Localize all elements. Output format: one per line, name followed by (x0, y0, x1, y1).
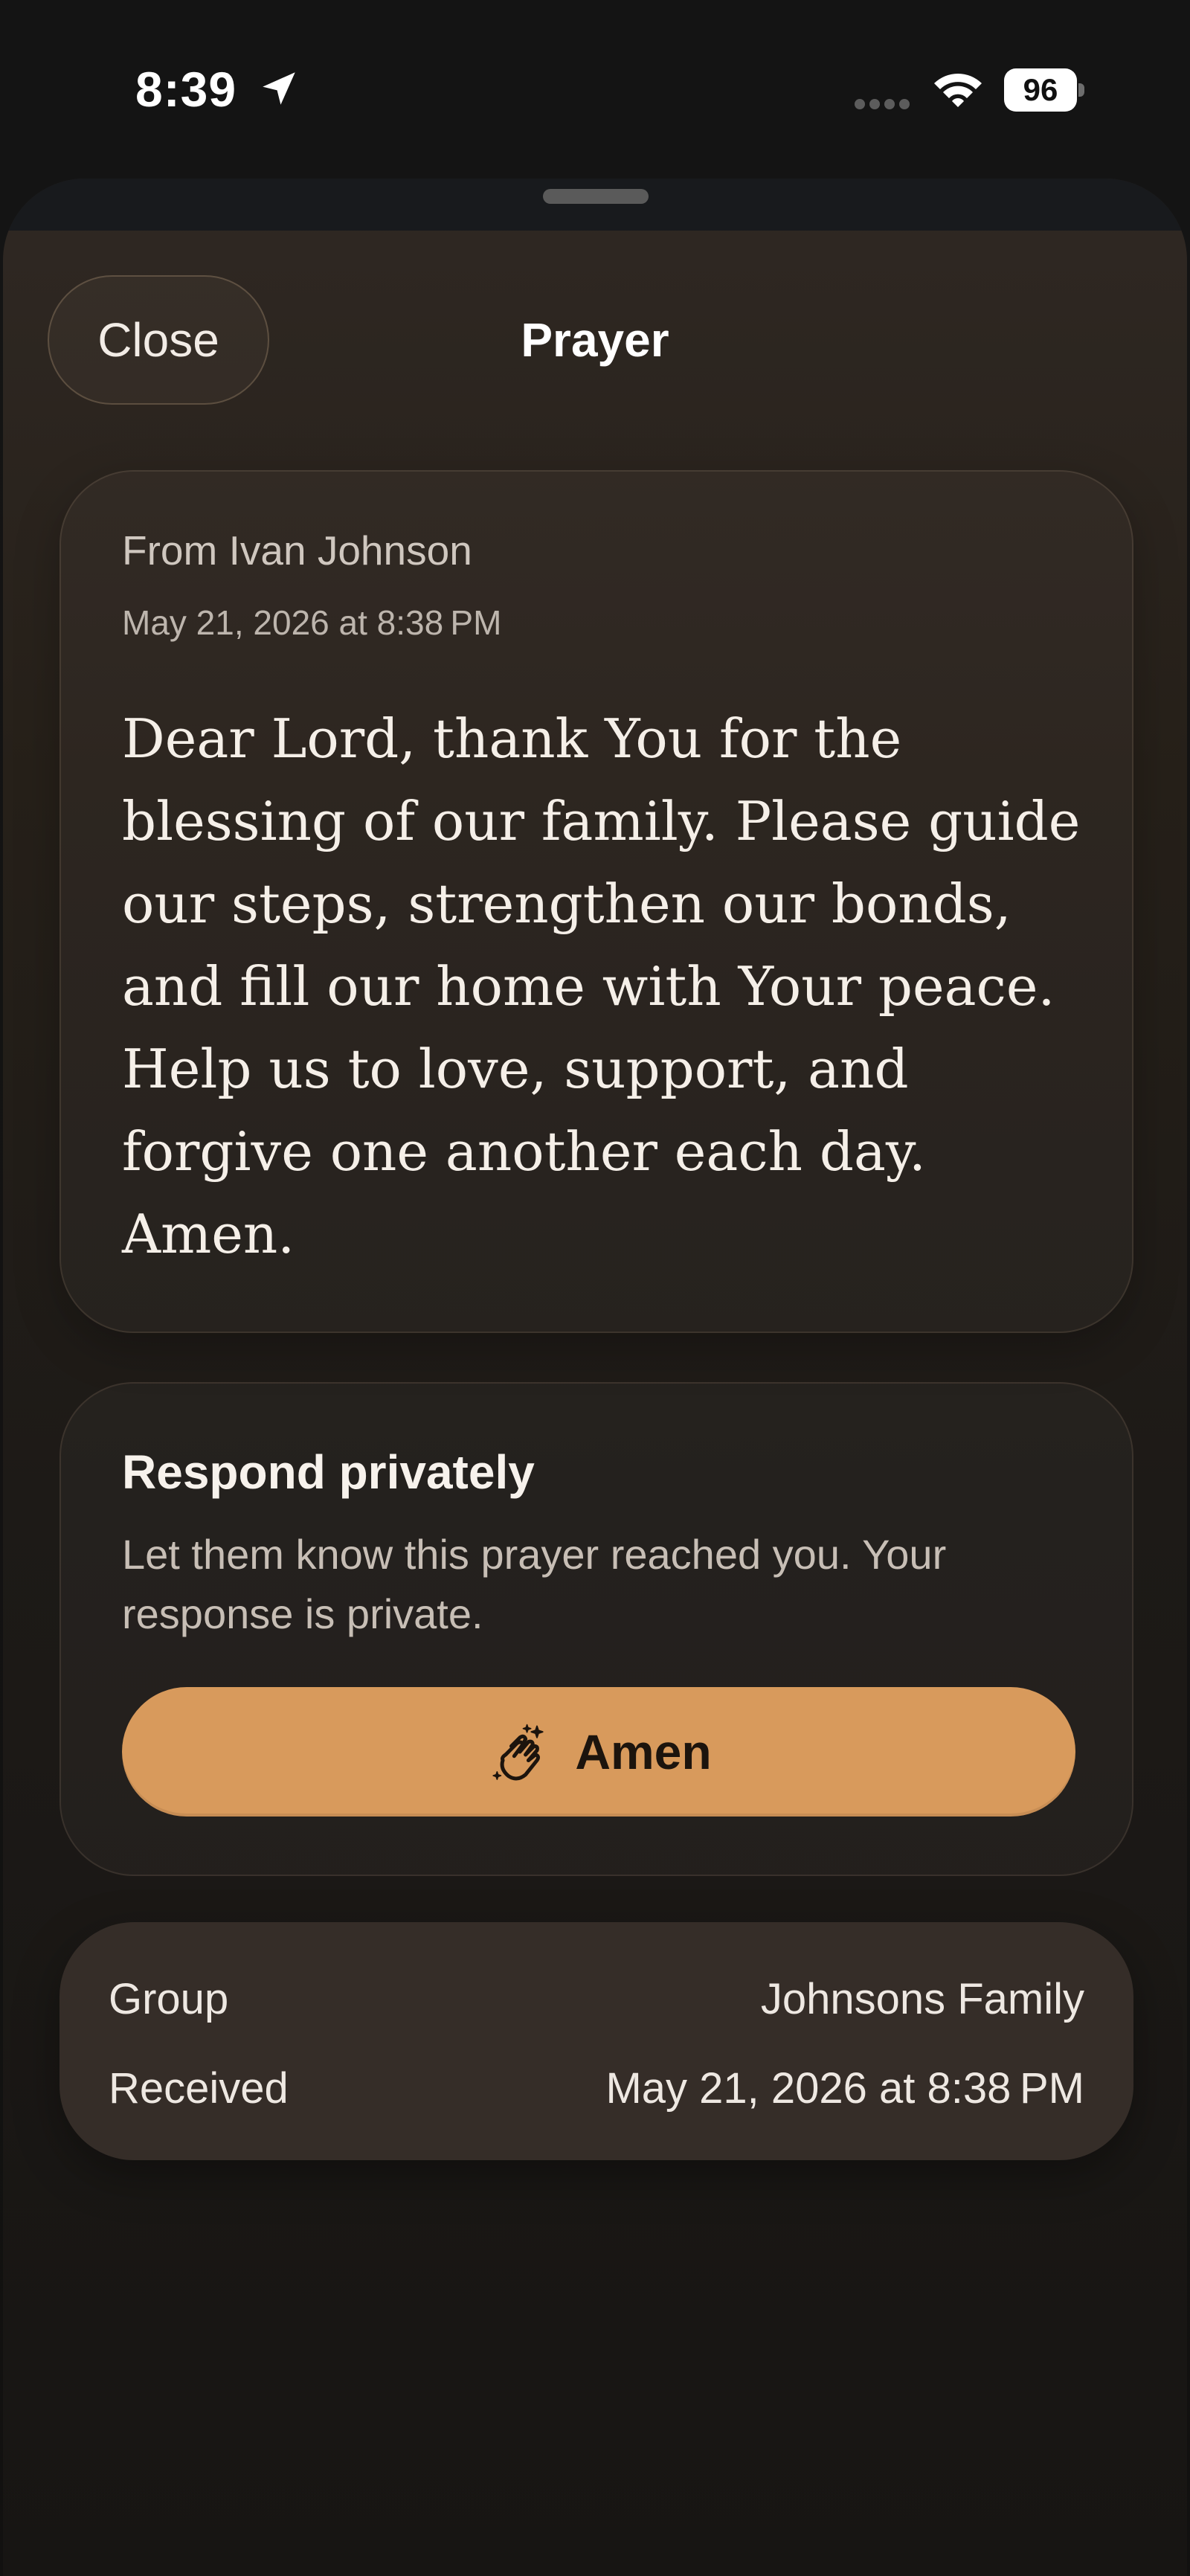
status-bar: 8:39 96 (0, 0, 1190, 179)
prayer-sender: From Ivan Johnson (122, 527, 472, 574)
cellular-dots-icon (855, 99, 910, 109)
prayer-date: May 21, 2026 at 8:38 PM (122, 603, 502, 642)
battery-icon: 96 (1004, 68, 1084, 112)
amen-button-label: Amen (575, 1724, 712, 1779)
prayer-sheet: Close Prayer From Ivan Johnson May 21, 2… (3, 179, 1187, 2576)
status-time: 8:39 (135, 62, 237, 117)
detail-row-received: Received May 21, 2026 at 8:38 PM (109, 2063, 1084, 2113)
location-arrow-icon (263, 72, 295, 105)
prayer-screen: 8:39 96 Close Prayer From Ivan Johnson M… (0, 0, 1190, 2576)
respond-title: Respond privately (122, 1445, 535, 1499)
details-card: Group Johnsons Family Received May 21, 2… (60, 1922, 1133, 2160)
prayer-text: Dear Lord, thank You for the blessing of… (122, 707, 1081, 1265)
prayer-card: From Ivan Johnson May 21, 2026 at 8:38 P… (60, 470, 1133, 1333)
detail-value: May 21, 2026 at 8:38 PM (605, 2064, 1084, 2113)
respond-description: Let them know this prayer reached you. Y… (122, 1531, 947, 1637)
battery-tip (1078, 83, 1084, 97)
close-button[interactable]: Close (48, 275, 269, 405)
detail-value: Johnsons Family (760, 1975, 1084, 2023)
battery-level: 96 (1023, 72, 1058, 107)
amen-button[interactable]: Amen (122, 1687, 1075, 1817)
detail-label: Group (109, 1975, 229, 2023)
sheet-grabber[interactable] (543, 189, 649, 204)
wifi-icon (934, 74, 982, 107)
page-title: Prayer (521, 313, 669, 367)
praying-hands-icon (492, 1724, 544, 1781)
detail-label: Received (109, 2064, 289, 2113)
battery-body: 96 (1004, 68, 1077, 112)
detail-row-group: Group Johnsons Family (109, 1974, 1084, 2024)
sheet-top-edge (3, 179, 1187, 231)
respond-card: Respond privately Let them know this pra… (60, 1382, 1133, 1876)
